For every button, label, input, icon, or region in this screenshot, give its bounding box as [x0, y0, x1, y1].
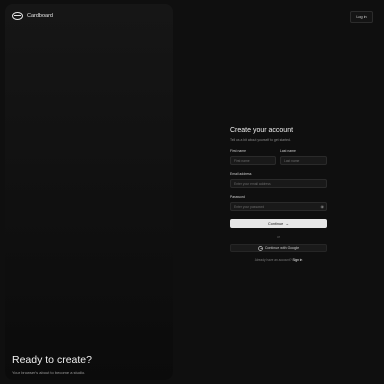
password-wrapper: Enter your password ◉	[230, 202, 327, 211]
brand-name: Cardboard	[27, 13, 53, 19]
signup-form: Create your account Tell us a bit about …	[230, 127, 327, 262]
continue-button[interactable]: Continue →	[230, 219, 327, 228]
first-name-input[interactable]: First name	[230, 156, 276, 165]
email-field: Email address Enter your email address	[230, 172, 327, 188]
password-label: Password	[230, 195, 245, 199]
signin-line: Already have an account? Sign in	[230, 258, 327, 262]
last-name-label: Last name	[280, 149, 296, 153]
last-name-input[interactable]: Last name	[280, 156, 327, 165]
promo-panel: Cardboard Ready to create? Your browser'…	[5, 4, 173, 380]
signin-prompt: Already have an account?	[254, 258, 292, 262]
google-button[interactable]: Continue with Google	[230, 244, 327, 252]
login-button[interactable]: Log in	[350, 11, 373, 23]
password-field: Password Enter your password ◉	[230, 195, 327, 211]
last-name-field: Last name Last name	[280, 149, 327, 165]
name-row: First name First name Last name Last nam…	[230, 149, 327, 165]
google-icon	[257, 245, 263, 251]
google-label: Continue with Google	[264, 246, 300, 250]
form-title: Create your account	[230, 127, 294, 134]
continue-label: Continue	[268, 221, 284, 226]
hero-subtitle: Your browser's about to become a studio.	[12, 370, 86, 375]
or-divider: or	[277, 235, 280, 239]
email-input[interactable]: Enter your email address	[230, 179, 327, 188]
hero-title: Ready to create?	[12, 354, 92, 366]
eye-icon[interactable]: ◉	[321, 204, 325, 209]
email-label: Email address	[230, 172, 252, 176]
first-name-field: First name First name	[230, 149, 276, 165]
password-input[interactable]: Enter your password	[230, 202, 327, 211]
brand[interactable]: Cardboard	[12, 12, 53, 20]
signin-link[interactable]: Sign in	[293, 258, 303, 262]
form-subtitle: Tell us a bit about yourself to get star…	[230, 138, 291, 142]
arrow-right-icon: →	[285, 221, 289, 226]
cardboard-logo-icon	[12, 12, 23, 20]
first-name-label: First name	[230, 149, 247, 153]
